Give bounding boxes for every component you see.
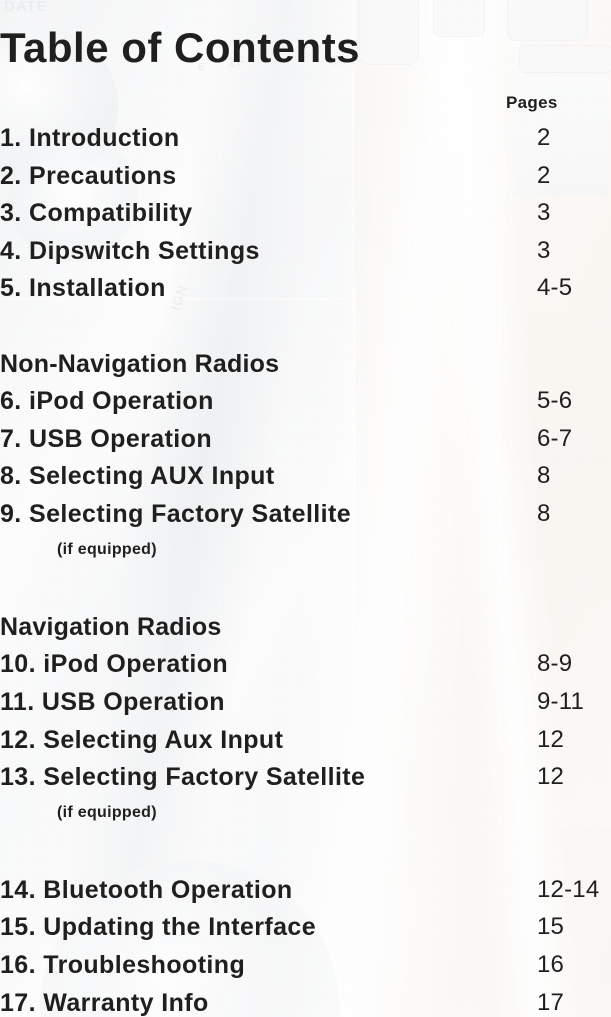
table-of-contents-page: DATE 2F IGN OFF E Table of Contents Page…: [0, 0, 611, 1017]
toc-entry-label: 9. Selecting Factory Satellite: [0, 499, 352, 528]
toc-entry-label: 13. Selecting Factory Satellite: [0, 763, 366, 792]
toc-entry[interactable]: 7. USB Operation 6-7: [0, 422, 611, 460]
toc-entry-label: 6. iPod Operation: [0, 387, 214, 416]
toc-note: (if equipped): [0, 798, 611, 836]
toc-entry-page-number: 8: [537, 499, 551, 527]
toc-entry-label: 3. Compatibility: [0, 199, 193, 228]
toc-entry-page-number: 6-7: [537, 424, 573, 452]
toc-entry-label: 14. Bluetooth Operation: [0, 875, 293, 904]
toc-entry[interactable]: 8. Selecting AUX Input 8: [0, 459, 611, 497]
toc-entry-label: 12. Selecting Aux Input: [0, 725, 284, 754]
toc-entry-label: Navigation Radios: [0, 612, 222, 641]
toc-entry[interactable]: 3. Compatibility 3: [0, 196, 611, 234]
toc-entry[interactable]: 4. Dipswitch Settings 3: [0, 234, 611, 272]
toc-entry-page-number: 15: [537, 913, 565, 941]
toc-entry-label: 1. Introduction: [0, 124, 180, 152]
toc-entry[interactable]: 16. Troubleshooting 16: [0, 948, 611, 986]
toc-entry-label: 11. USB Operation: [0, 687, 225, 716]
toc-entry[interactable]: 13. Selecting Factory Satellite 12: [0, 760, 611, 798]
toc-entry[interactable]: 12. Selecting Aux Input 12: [0, 723, 611, 761]
toc-entry[interactable]: 10. iPod Operation 8-9: [0, 647, 611, 685]
toc-spacer: [0, 309, 611, 347]
toc-entry[interactable]: 6. iPod Operation 5-6: [0, 384, 611, 422]
toc-entry-page-number: 2: [537, 124, 551, 151]
toc-entry-page-number: 8-9: [537, 650, 573, 678]
pages-column-header: Pages: [506, 93, 558, 112]
toc-entry-page-number: 9-11: [537, 687, 585, 715]
toc-entry-label: (if equipped): [57, 540, 157, 558]
toc-entry-page-number: 8: [537, 462, 551, 490]
toc-entry[interactable]: 9. Selecting Factory Satellite 8: [0, 497, 611, 535]
toc-entry-label: 17. Warranty Info: [0, 988, 209, 1017]
toc-entry-page-number: 16: [537, 951, 565, 979]
toc-entry-page-number: 4-5: [537, 274, 573, 302]
toc-entry-page-number: 12-14: [537, 875, 600, 903]
toc-entry-page-number: 12: [537, 725, 565, 753]
toc-entry-page-number: 17: [537, 988, 565, 1016]
toc-entry-label: 8. Selecting AUX Input: [0, 462, 275, 491]
toc-entry-label: 15. Updating the Interface: [0, 913, 317, 942]
toc-entry[interactable]: 5. Installation 4-5: [0, 271, 611, 309]
toc-entry-page-number: 3: [537, 236, 551, 264]
toc-entry[interactable]: 17. Warranty Info 17: [0, 986, 611, 1017]
toc-entry-label: 5. Installation: [0, 274, 166, 303]
toc-entry-label: (if equipped): [57, 803, 157, 821]
toc-spacer: [0, 835, 611, 873]
toc-entry-label: 16. Troubleshooting: [0, 951, 246, 980]
toc-entry-label: 7. USB Operation: [0, 424, 212, 453]
table-of-contents-list: 1. Introduction 2 2. Precautions 2 3. Compat…: [0, 121, 611, 1017]
toc-entry[interactable]: 11. USB Operation 9-11: [0, 685, 611, 723]
toc-entry-page-number: 5-6: [537, 387, 573, 415]
toc-section-header: Navigation Radios: [0, 610, 611, 648]
toc-section-header: Non-Navigation Radios: [0, 347, 611, 385]
toc-entry[interactable]: 15. Updating the Interface 15: [0, 910, 611, 948]
toc-entry[interactable]: 1. Introduction 2: [0, 121, 611, 159]
toc-entry-label: 4. Dipswitch Settings: [0, 236, 260, 265]
toc-spacer: [0, 572, 611, 610]
toc-entry[interactable]: 14. Bluetooth Operation 12-14: [0, 873, 611, 911]
toc-entry-label: 2. Precautions: [0, 161, 177, 190]
toc-entry-label: 10. iPod Operation: [0, 650, 229, 679]
page-title: Table of Contents: [0, 24, 361, 72]
toc-note: (if equipped): [0, 535, 611, 573]
toc-entry-page-number: 12: [537, 763, 565, 791]
toc-entry-page-number: 3: [537, 199, 551, 227]
toc-entry[interactable]: 2. Precautions 2: [0, 159, 611, 197]
toc-entry-page-number: 2: [537, 161, 551, 189]
toc-entry-label: Non-Navigation Radios: [0, 349, 280, 378]
